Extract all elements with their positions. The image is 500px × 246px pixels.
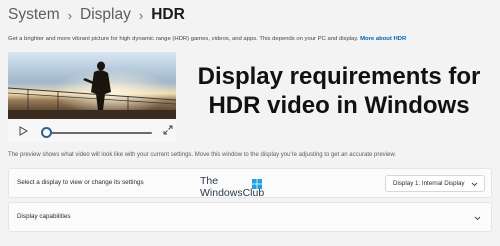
chevron-down-icon[interactable] [474, 215, 481, 221]
display-dropdown[interactable]: Display 1: Internal Display [385, 175, 485, 192]
headline-line-2: HDR video in Windows [208, 92, 470, 119]
video-preview [8, 52, 176, 142]
page-title: HDR [151, 6, 185, 23]
video-controls [8, 119, 176, 142]
display-capabilities-row[interactable]: Display capabilities [8, 202, 492, 232]
article-headline: Display requirements for HDR video in Wi… [186, 62, 492, 120]
video-frame [8, 52, 176, 119]
description-text: Get a brighter and more vibrant picture … [8, 36, 359, 42]
breadcrumb-system[interactable]: System [8, 6, 60, 24]
breadcrumb-separator: › [67, 7, 73, 23]
play-icon[interactable] [18, 126, 28, 136]
video-progress-thumb[interactable] [40, 127, 52, 138]
breadcrumb-display[interactable]: Display [80, 6, 131, 24]
more-about-hdr-link[interactable]: More about HDR [360, 36, 406, 42]
display-select-label: Select a display to view or change its s… [17, 179, 144, 186]
breadcrumb: System › Display › HDR [8, 6, 185, 24]
headline-line-1: Display requirements for [197, 63, 481, 90]
display-dropdown-value: Display 1: Internal Display [393, 180, 465, 187]
chevron-down-icon [471, 182, 478, 187]
display-capabilities-label: Display capabilities [17, 213, 71, 220]
breadcrumb-separator: › [138, 7, 144, 23]
windows-logo-icon [252, 179, 262, 189]
video-thumbnail-image [8, 52, 176, 119]
expand-icon[interactable] [163, 125, 173, 135]
hdr-description: Get a brighter and more vibrant picture … [8, 36, 406, 42]
video-progress-track[interactable] [44, 132, 152, 134]
preview-note: The preview shows what video will look l… [8, 152, 397, 158]
